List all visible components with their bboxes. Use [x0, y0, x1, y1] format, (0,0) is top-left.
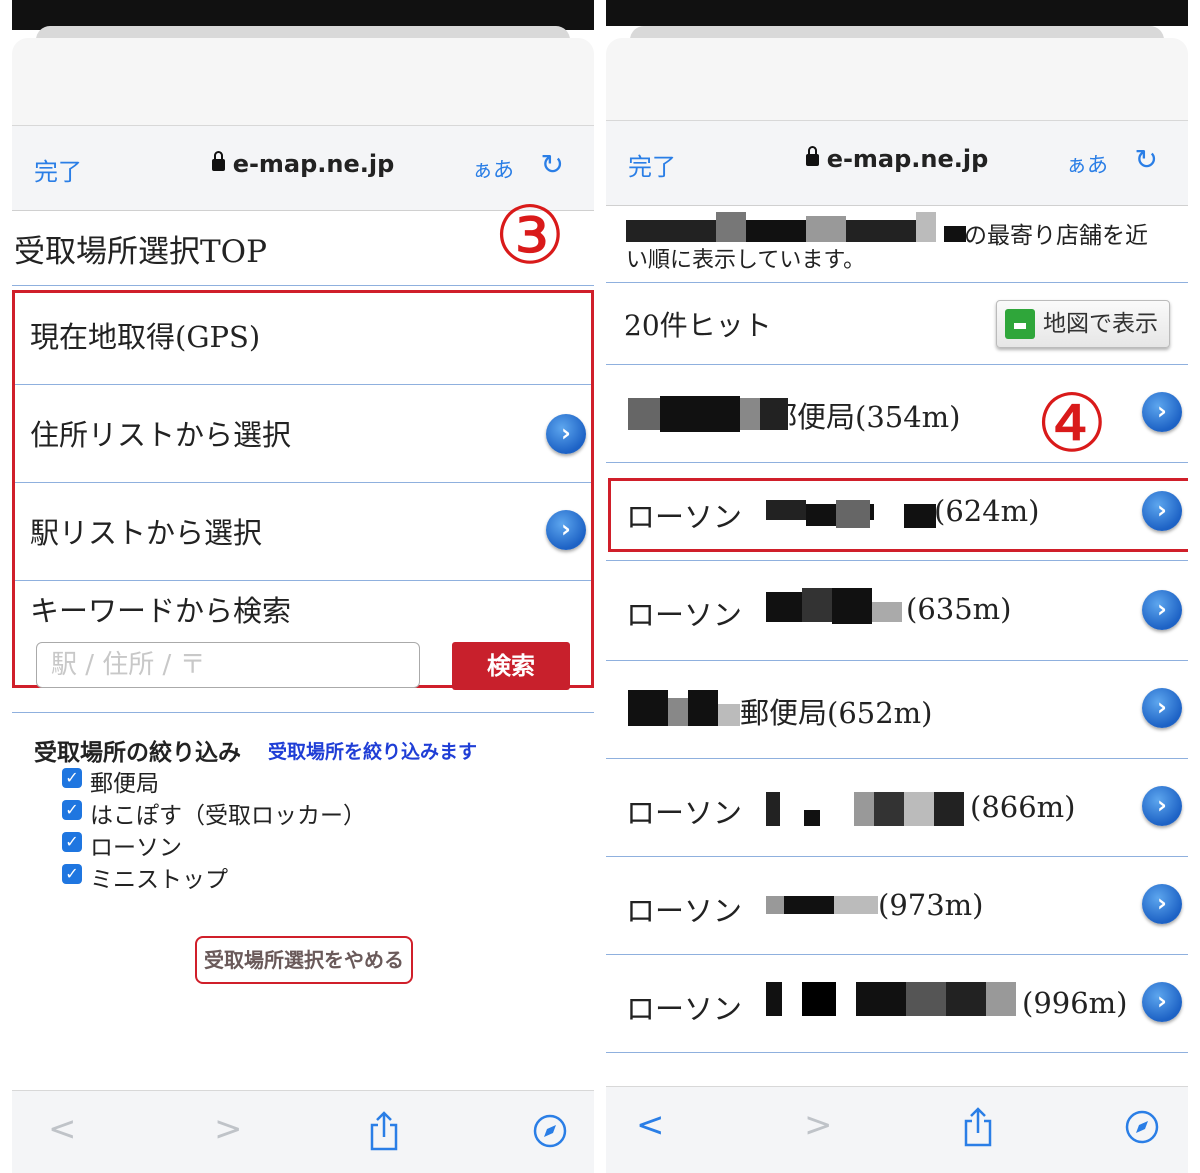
checkbox-ministop[interactable]: ✓	[62, 864, 82, 884]
chevron-right-icon[interactable]: ›	[546, 414, 586, 454]
map-view-button[interactable]: 地図で表示	[996, 300, 1170, 348]
result-name: ローソン	[626, 500, 743, 534]
reload-icon[interactable]: ↻	[1135, 143, 1158, 176]
result-name: ローソン	[626, 894, 743, 928]
chevron-right-icon[interactable]: >	[804, 1105, 833, 1145]
search-button[interactable]: 検索	[452, 642, 570, 690]
divider	[606, 1052, 1188, 1053]
checkbox-label: ミニストップ	[90, 867, 228, 893]
result-distance: (624m)	[934, 494, 1040, 528]
result-distance: (635m)	[906, 592, 1012, 626]
cancel-selection-button[interactable]: 受取場所選択をやめる	[195, 936, 413, 984]
divider	[15, 482, 591, 483]
divider	[606, 660, 1188, 661]
divider	[15, 580, 591, 581]
right-screenshot: 完了 e-map.ne.jp ぁあ ↻ の最寄り店舗を近 い順に表示しています。…	[606, 0, 1188, 1173]
divider	[606, 560, 1188, 561]
browser-toolbar: < >	[12, 1090, 594, 1173]
divider	[606, 462, 1188, 463]
divider	[606, 954, 1188, 955]
chevron-right-icon[interactable]: ›	[1142, 786, 1182, 826]
result-name: 郵便局(652m)	[740, 696, 933, 730]
reload-icon[interactable]: ↻	[541, 148, 564, 181]
chevron-left-icon[interactable]: <	[48, 1109, 77, 1149]
divider	[606, 282, 1188, 283]
url-text: e-map.ne.jp	[232, 150, 395, 178]
divider	[12, 712, 594, 713]
result-name: ローソン	[626, 992, 743, 1026]
address-bar: 完了 e-map.ne.jp ぁあ ↻	[606, 120, 1188, 206]
url-text: e-map.ne.jp	[826, 145, 989, 173]
share-icon[interactable]	[368, 1111, 400, 1151]
result-distance: (996m)	[1022, 986, 1128, 1020]
map-icon	[1005, 309, 1035, 339]
result-name: 郵便局(354m)	[768, 400, 961, 434]
browser-toolbar: < >	[606, 1086, 1188, 1173]
menu-label: 駅リストから選択	[30, 516, 263, 550]
checkbox-label: はこぽす（受取ロッカー）	[90, 803, 366, 829]
divider	[15, 384, 591, 385]
chevron-right-icon[interactable]: >	[214, 1109, 243, 1149]
intro-text: の最寄り店舗を近	[964, 223, 1148, 249]
checkbox-lawson[interactable]: ✓	[62, 832, 82, 852]
compass-icon[interactable]	[532, 1113, 568, 1149]
divider	[12, 285, 594, 286]
checkbox-label: ローソン	[90, 835, 182, 861]
checkbox-label: 郵便局	[90, 771, 159, 797]
filter-link[interactable]: 受取場所を絞り込みます	[268, 737, 477, 764]
divider	[606, 856, 1188, 857]
keyword-search-label: キーワードから検索	[30, 594, 292, 628]
map-button-label: 地図で表示	[1043, 311, 1158, 337]
filter-title: 受取場所の絞り込み	[34, 739, 241, 766]
step-badge: ③	[494, 189, 566, 282]
result-distance: (866m)	[970, 790, 1076, 824]
chevron-right-icon[interactable]: ›	[1142, 590, 1182, 630]
compass-icon[interactable]	[1124, 1109, 1160, 1145]
chevron-right-icon[interactable]: ›	[1142, 688, 1182, 728]
text-size-button[interactable]: ぁあ	[472, 154, 514, 184]
result-name: ローソン	[626, 598, 743, 632]
menu-label: 現在地取得(GPS)	[30, 320, 261, 354]
result-distance: (973m)	[878, 888, 984, 922]
divider	[606, 364, 1188, 365]
intro-text-line2: い順に表示しています。	[626, 248, 866, 273]
search-input[interactable]: 駅 / 住所 / 〒	[36, 642, 420, 688]
hit-count: 20件ヒット	[624, 309, 772, 342]
checkbox-hacopos[interactable]: ✓	[62, 800, 82, 820]
chevron-right-icon[interactable]: ›	[1142, 491, 1182, 531]
text-size-button[interactable]: ぁあ	[1066, 149, 1108, 179]
share-icon[interactable]	[962, 1107, 994, 1147]
menu-label: 住所リストから選択	[30, 418, 292, 452]
sheet-header	[12, 38, 594, 128]
lock-icon	[805, 146, 819, 166]
chevron-right-icon[interactable]: ›	[546, 510, 586, 550]
chevron-right-icon[interactable]: ›	[1142, 884, 1182, 924]
checkbox-post-office[interactable]: ✓	[62, 768, 82, 788]
lock-icon	[211, 151, 225, 171]
status-area	[606, 0, 1188, 26]
chevron-left-icon[interactable]: <	[636, 1105, 665, 1145]
result-name: ローソン	[626, 796, 743, 830]
page-title: 受取場所選択TOP	[14, 234, 267, 270]
sheet-header	[606, 38, 1188, 128]
divider	[606, 758, 1188, 759]
chevron-right-icon[interactable]: ›	[1142, 982, 1182, 1022]
chevron-right-icon[interactable]: ›	[1142, 392, 1182, 432]
step-badge: ④	[1036, 377, 1108, 470]
left-screenshot: 完了 e-map.ne.jp ぁあ ↻ 受取場所選択TOP ③ 現在地取得(GP…	[12, 0, 594, 1173]
